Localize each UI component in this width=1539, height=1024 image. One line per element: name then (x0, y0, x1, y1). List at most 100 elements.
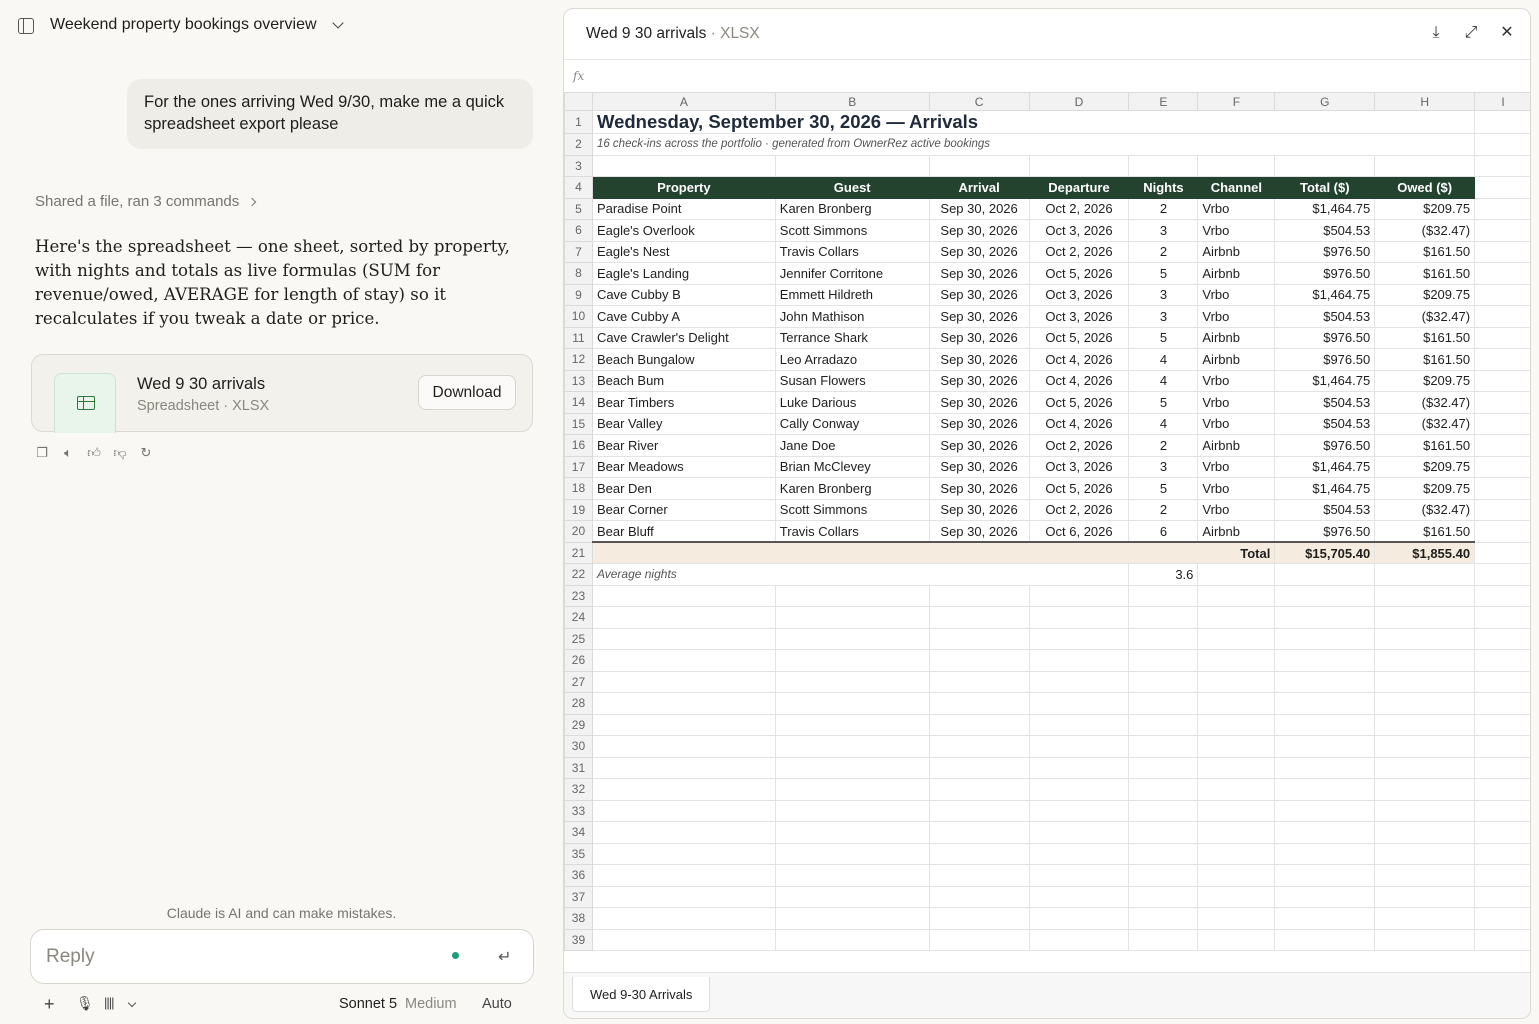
cell[interactable]: 2 (1128, 498, 1199, 521)
row-number[interactable]: 27 (564, 670, 593, 693)
row-number[interactable]: 36 (564, 864, 593, 887)
cell[interactable] (1128, 584, 1199, 607)
cell[interactable] (928, 821, 1030, 844)
cell[interactable]: $976.50 (1274, 326, 1376, 349)
send-icon[interactable]: ↵ (498, 947, 516, 966)
cell[interactable] (774, 606, 930, 629)
cell[interactable]: Airbnb (1197, 520, 1276, 543)
cell[interactable]: ($32.47) (1374, 219, 1476, 242)
cell[interactable] (1197, 692, 1276, 715)
activity-summary[interactable]: Shared a file, ran 3 commands (35, 193, 257, 210)
cell[interactable] (1474, 369, 1530, 392)
cell[interactable] (1474, 649, 1530, 672)
column-header[interactable]: H (1374, 92, 1476, 111)
cell[interactable] (591, 670, 776, 693)
cell[interactable] (1028, 584, 1130, 607)
cell[interactable] (1274, 842, 1376, 865)
cell[interactable] (1028, 627, 1130, 650)
cell[interactable]: Jennifer Corritone (774, 262, 930, 285)
cell[interactable]: $976.50 (1274, 262, 1376, 285)
cell[interactable] (1197, 606, 1276, 629)
cell[interactable]: $161.50 (1374, 434, 1476, 457)
cell[interactable]: $504.53 (1274, 498, 1376, 521)
average-value-cell[interactable]: 3.6 (1128, 563, 1199, 586)
cell[interactable] (591, 821, 776, 844)
cell[interactable]: Oct 4, 2026 (1028, 412, 1130, 435)
cell[interactable] (1028, 670, 1130, 693)
cell[interactable] (774, 692, 930, 715)
cell[interactable] (1474, 606, 1530, 629)
header-cell[interactable]: Owed ($) (1374, 176, 1476, 199)
cell[interactable]: Sep 30, 2026 (928, 498, 1030, 521)
cell[interactable] (1474, 197, 1530, 220)
cell[interactable] (1197, 713, 1276, 736)
cell[interactable]: $976.50 (1274, 348, 1376, 371)
cell[interactable]: Scott Simmons (774, 498, 930, 521)
cell[interactable]: 3 (1128, 305, 1199, 328)
cell[interactable]: Bear Den (591, 477, 776, 500)
column-header[interactable]: I (1474, 92, 1530, 111)
cell[interactable]: Vrbo (1197, 477, 1276, 500)
cell[interactable] (1474, 133, 1530, 156)
cell[interactable] (1374, 735, 1476, 758)
cell[interactable]: 3 (1128, 283, 1199, 306)
row-number[interactable]: 38 (564, 907, 593, 930)
cell[interactable] (1474, 799, 1530, 822)
header-cell[interactable]: Guest (774, 176, 930, 199)
row-number[interactable]: 31 (564, 756, 593, 779)
cell[interactable]: $1,464.75 (1274, 455, 1376, 478)
row-number[interactable]: 26 (564, 649, 593, 672)
cell[interactable]: Vrbo (1197, 455, 1276, 478)
cell[interactable]: Oct 5, 2026 (1028, 391, 1130, 414)
cell[interactable]: 5 (1128, 262, 1199, 285)
cell[interactable] (1128, 907, 1199, 930)
cell[interactable]: Brian McClevey (774, 455, 930, 478)
cell[interactable] (591, 864, 776, 887)
cell[interactable]: Oct 3, 2026 (1028, 219, 1130, 242)
column-header[interactable]: F (1197, 92, 1276, 111)
cell[interactable]: Airbnb (1197, 348, 1276, 371)
cell[interactable]: 3 (1128, 219, 1199, 242)
cell[interactable]: Oct 3, 2026 (1028, 283, 1130, 306)
cell[interactable] (1274, 584, 1376, 607)
row-number[interactable]: 12 (564, 348, 593, 371)
voice-wave-icon[interactable]: |||| (104, 995, 114, 1010)
row-number[interactable]: 9 (564, 283, 593, 306)
total-revenue-cell[interactable]: $15,705.40 (1274, 541, 1376, 564)
cell[interactable]: Sep 30, 2026 (928, 262, 1030, 285)
cell[interactable]: $976.50 (1274, 240, 1376, 263)
cell[interactable] (1274, 670, 1376, 693)
effort-selector[interactable]: Medium (405, 996, 457, 1012)
cell[interactable]: Vrbo (1197, 197, 1276, 220)
cell[interactable] (1197, 885, 1276, 908)
chevron-down-icon[interactable] (127, 998, 137, 1008)
cell[interactable]: 2 (1128, 240, 1199, 263)
cell[interactable] (1028, 907, 1130, 930)
cell[interactable]: Leo Arradazo (774, 348, 930, 371)
cell[interactable]: Oct 2, 2026 (1028, 240, 1130, 263)
cell[interactable] (1274, 907, 1376, 930)
cell[interactable]: Bear Valley (591, 412, 776, 435)
total-owed-cell[interactable]: $1,855.40 (1374, 541, 1476, 564)
cell[interactable] (1474, 541, 1530, 564)
cell[interactable]: 2 (1128, 434, 1199, 457)
cell[interactable] (1197, 907, 1276, 930)
cell[interactable] (1274, 864, 1376, 887)
header-cell[interactable]: Property (591, 176, 776, 199)
cell[interactable]: Terrance Shark (774, 326, 930, 349)
cell[interactable] (591, 756, 776, 779)
cell[interactable] (1374, 649, 1476, 672)
cell[interactable]: Vrbo (1197, 305, 1276, 328)
cell[interactable] (591, 885, 776, 908)
row-number[interactable]: 30 (564, 735, 593, 758)
column-header[interactable]: G (1274, 92, 1376, 111)
header-cell[interactable]: Channel (1197, 176, 1276, 199)
cell[interactable]: Sep 30, 2026 (928, 219, 1030, 242)
close-icon[interactable]: ✕ (1497, 23, 1517, 43)
cell[interactable] (928, 778, 1030, 801)
cell[interactable] (774, 885, 930, 908)
cell[interactable] (1028, 154, 1130, 177)
cell[interactable] (774, 907, 930, 930)
cell[interactable]: Airbnb (1197, 240, 1276, 263)
cell[interactable] (1474, 262, 1530, 285)
